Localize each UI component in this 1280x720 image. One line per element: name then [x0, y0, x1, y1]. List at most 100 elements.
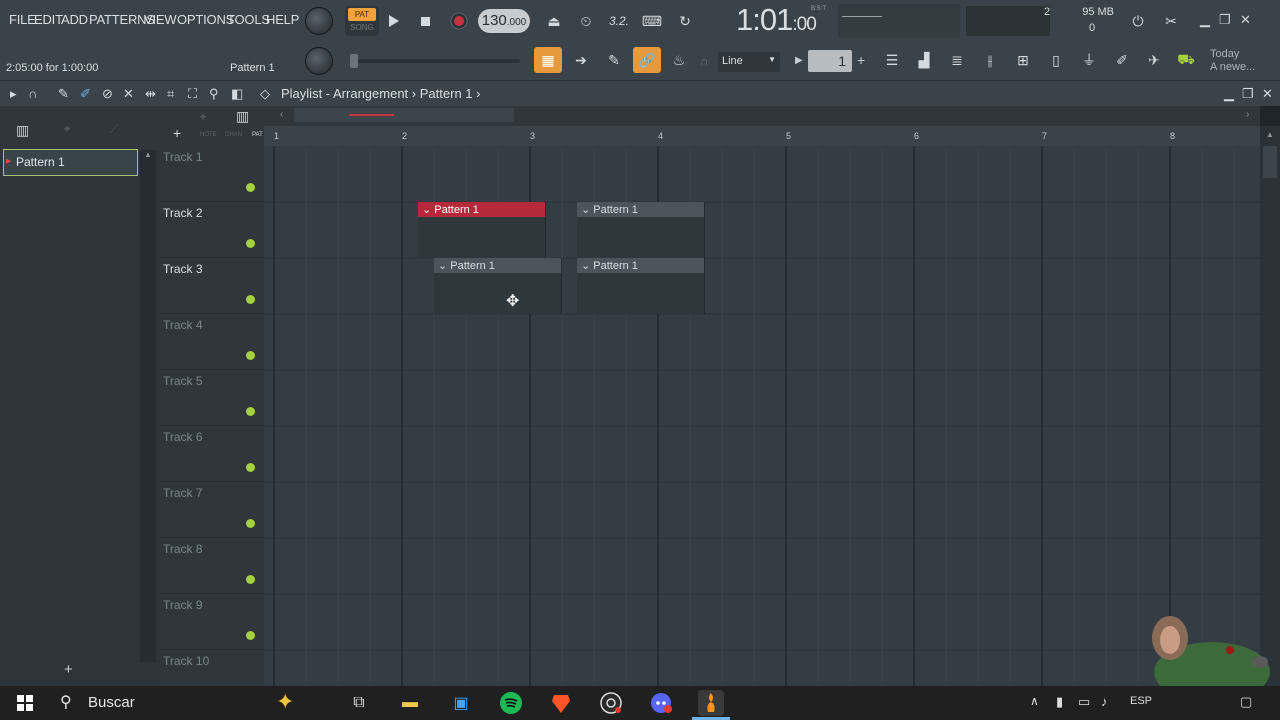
taskbar-search[interactable]: ⚲ Buscar ✦	[50, 686, 340, 720]
menu-add[interactable]: ADD	[61, 12, 88, 27]
close-app-button[interactable]: ✕	[1240, 12, 1251, 28]
clip-header[interactable]: ⌄ Pattern 1	[577, 258, 704, 273]
next-button[interactable]: ➔	[567, 47, 595, 73]
track-header[interactable]: Track 6	[160, 426, 264, 482]
zoom-tool-icon[interactable]: ⚲	[209, 86, 219, 102]
tools-button[interactable]: ✂	[1157, 8, 1185, 34]
news-panel[interactable]: Today A newe...	[1210, 48, 1255, 74]
snap-magnet-icon[interactable]: ∩	[28, 86, 37, 101]
horizontal-scrollbar[interactable]: ‹ ›	[264, 106, 1260, 126]
window-minimize-icon[interactable]: ▁	[1224, 86, 1234, 102]
piano-roll-window-button[interactable]: ▟	[910, 47, 938, 73]
track-header[interactable]: Track 8	[160, 538, 264, 594]
restore-button[interactable]: ❐	[1219, 12, 1231, 28]
step-left-icon[interactable]: ▶	[795, 55, 803, 66]
master-slider-handle[interactable]	[350, 54, 358, 68]
fl-studio-taskbar-button[interactable]	[698, 690, 724, 716]
slip-tool-icon[interactable]: ⇹	[145, 86, 156, 102]
song-position-clock[interactable]: 1:01:00	[736, 2, 817, 38]
track-mute-led[interactable]	[246, 575, 255, 584]
master-pitch-knob[interactable]	[305, 47, 333, 75]
pattern-clip[interactable]: ⌄ Pattern 1	[577, 202, 705, 258]
tempo-display[interactable]: 130.000	[478, 9, 530, 33]
breadcrumb-pattern[interactable]: Pattern 1	[420, 86, 473, 101]
language-indicator[interactable]: ESP	[1130, 695, 1152, 707]
menu-help[interactable]: HELP	[266, 12, 299, 27]
menu-tools[interactable]: TOOLS	[227, 12, 270, 27]
clip-header[interactable]: ⌄ Pattern 1	[577, 202, 704, 217]
slice-tool-icon[interactable]: ⌗	[167, 86, 174, 102]
pattern-clip[interactable]: ⌄ Pattern 1	[434, 258, 562, 314]
track-mute-led[interactable]	[246, 631, 255, 640]
metronome-button[interactable]: ⏏	[540, 8, 568, 34]
scroll-left-icon[interactable]: ‹	[280, 109, 283, 120]
track-mute-led[interactable]	[246, 183, 255, 192]
menu-options[interactable]: OPTIONS	[177, 12, 234, 27]
step-plus-icon[interactable]: +	[857, 52, 865, 68]
pattern-clip[interactable]: ⌄ Pattern 1	[577, 258, 705, 314]
snap-selector[interactable]: Line ▼	[718, 52, 780, 72]
volume-icon[interactable]: ♪	[1101, 694, 1108, 709]
piano-icon[interactable]: ▥	[16, 122, 29, 139]
plugin-button[interactable]: ⏚	[1075, 47, 1103, 73]
collapse-arrows-icon[interactable]: ◇	[260, 86, 270, 102]
menu-view[interactable]: VIEW	[144, 12, 177, 27]
tray-chevron-icon[interactable]: ∧	[1030, 694, 1039, 708]
track-header[interactable]: Track 5	[160, 370, 264, 426]
store-app-button[interactable]: ▣	[448, 690, 474, 716]
loop-record-button[interactable]: ↻	[671, 8, 699, 34]
notification-icon[interactable]: ▢	[1240, 694, 1252, 710]
menu-edit[interactable]: EDIT	[34, 12, 63, 27]
track-mute-led[interactable]	[246, 407, 255, 416]
step-edit-button[interactable]: ⌨	[638, 8, 666, 34]
scroll-up-icon[interactable]: ▲	[144, 150, 152, 159]
discord-button[interactable]	[648, 690, 674, 716]
obs-button[interactable]	[598, 690, 624, 716]
track-mute-led[interactable]	[246, 463, 255, 472]
play-from-icon[interactable]: ▸	[10, 86, 17, 102]
timeline-ruler[interactable]: 1 2 3 4 5 6 7 8	[264, 126, 1260, 146]
playlist-window-button[interactable]: ☰	[878, 47, 906, 73]
select-tool-icon[interactable]: ⛶	[188, 86, 197, 102]
scroll-right-icon[interactable]: ›	[1246, 109, 1249, 120]
store-button[interactable]: ⛟	[1172, 47, 1200, 73]
master-volume-knob[interactable]	[305, 7, 333, 35]
pattern-clip[interactable]: ⌄ Pattern 1	[418, 202, 546, 258]
project-info-button[interactable]: ▯	[1042, 47, 1070, 73]
record-audio-button[interactable]: ✈	[1140, 47, 1168, 73]
draw-tool-icon[interactable]: ✎	[58, 86, 69, 102]
mixer-button[interactable]: ⫲	[976, 47, 1004, 73]
undo-history-button[interactable]: ⏻	[1124, 8, 1152, 34]
picker-scrollbar[interactable]: ▲	[140, 150, 156, 662]
pattern-filter-icon[interactable]: ▥	[236, 108, 249, 125]
stamp-button[interactable]: ♨	[665, 47, 693, 73]
vscroll-thumb[interactable]	[1263, 146, 1277, 178]
vertical-scrollbar[interactable]: ▲	[1260, 126, 1280, 686]
mute-tool-icon[interactable]: ✕	[123, 86, 134, 102]
track-header[interactable]: Track 2	[160, 202, 264, 258]
playback-tool-icon[interactable]: ◧	[231, 86, 243, 102]
menu-file[interactable]: FILE	[9, 12, 36, 27]
track-header[interactable]: Track 7	[160, 482, 264, 538]
scroll-thumb[interactable]	[294, 108, 514, 122]
start-button[interactable]	[12, 690, 38, 716]
pattern-selector[interactable]: Pattern 1	[230, 62, 275, 74]
stop-button[interactable]	[411, 8, 439, 34]
play-button[interactable]	[380, 8, 408, 34]
record-button[interactable]	[445, 8, 473, 34]
delete-tool-icon[interactable]: ⊘	[102, 86, 113, 102]
network-icon[interactable]: ▭	[1078, 694, 1090, 710]
picker-item-pattern-1[interactable]: Pattern 1	[3, 149, 138, 176]
playlist-grid[interactable]: ⌄ Pattern 1 ⌄ Pattern 1 ⌄ Pattern 1 ⌄ Pa…	[264, 146, 1260, 686]
brush-button[interactable]: ✎	[600, 47, 628, 73]
countdown-button[interactable]: 3.2.	[605, 8, 633, 34]
pick-button[interactable]: ✐	[1108, 47, 1136, 73]
master-slider[interactable]	[350, 54, 520, 68]
channel-rack-button[interactable]: ≣	[943, 47, 971, 73]
task-view-button[interactable]: ⧉	[346, 690, 372, 716]
add-pattern-button[interactable]: +	[64, 661, 73, 678]
clip-header[interactable]: ⌄ Pattern 1	[434, 258, 561, 273]
track-header[interactable]: Track 3	[160, 258, 264, 314]
browser-button[interactable]: ⊞	[1009, 47, 1037, 73]
track-mute-led[interactable]	[246, 351, 255, 360]
